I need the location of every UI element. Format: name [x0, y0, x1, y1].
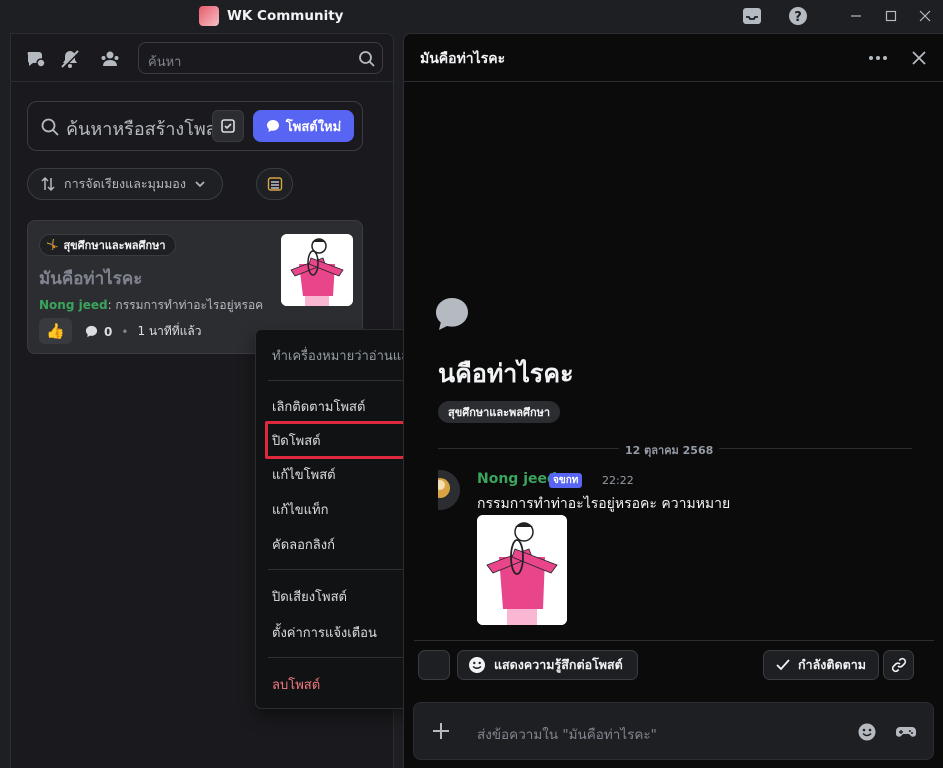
layout-toggle-button[interactable] — [256, 168, 293, 200]
menu-label: แก้ไขแท็ก — [272, 502, 329, 518]
create-post-placeholder: ค้นหาหรือสร้างโพสต์ — [66, 119, 212, 140]
threads-icon[interactable] — [25, 48, 47, 70]
thread-header: มันคือท่าไรคะ — [404, 34, 943, 82]
react-label: แสดงความรู้สึกต่อโพสต์ — [494, 657, 623, 672]
post-title: มันคือท่าไรคะ — [39, 269, 143, 289]
menu-label: คัดลอกลิงก์ — [272, 537, 335, 553]
message-image[interactable] — [477, 515, 567, 625]
maximize-icon[interactable] — [880, 6, 902, 26]
actions-separator — [414, 640, 934, 641]
plus-icon[interactable] — [431, 721, 451, 741]
list-layout-icon — [267, 177, 282, 191]
op-badge: จขกท — [549, 473, 583, 488]
close-window-icon[interactable] — [914, 6, 936, 26]
emoji-smile-icon — [469, 657, 485, 673]
sort-icon — [41, 176, 55, 192]
minimize-icon[interactable] — [845, 6, 867, 26]
new-post-label: โพสต์ใหม่ — [285, 119, 342, 135]
thread-title: นคือท่าไรคะ — [438, 359, 574, 388]
message-composer[interactable]: ส่งข้อความใน "มันคือท่าไรคะ" — [413, 702, 934, 760]
gamepad-icon[interactable] — [895, 722, 917, 742]
composer-placeholder: ส่งข้อความใน "มันคือท่าไรคะ" — [477, 727, 657, 743]
forum-search-input[interactable]: ค้นหา — [138, 42, 383, 74]
emoji-icon[interactable] — [857, 722, 877, 742]
menu-label: แก้ไขโพสต์ — [272, 467, 336, 483]
new-post-button[interactable]: โพสต์ใหม่ — [253, 110, 354, 142]
search-or-create-bar[interactable]: ค้นหาหรือสร้างโพสต์ โพสต์ใหม่ — [27, 101, 363, 151]
help-icon[interactable]: ? — [787, 6, 809, 26]
post-time: 1 นาทีที่แล้ว — [137, 324, 202, 338]
thread-panel: มันคือท่าไรคะ นคือท่าไรคะ สุขศึกษาและพลศ… — [403, 33, 943, 768]
menu-label: เลิกติดตามโพสต์ — [272, 399, 366, 415]
window-title: WK Community — [227, 8, 344, 24]
mute-bell-icon[interactable] — [59, 48, 81, 70]
link-icon — [891, 657, 906, 673]
reply-count: 0 — [104, 324, 113, 339]
search-icon — [358, 50, 376, 68]
svg-text:?: ? — [794, 10, 802, 25]
meta-dot: • — [121, 324, 129, 339]
menu-label: ทำเครื่องหมายว่าอ่านแล้ว — [272, 348, 417, 364]
members-icon[interactable] — [99, 48, 121, 70]
inbox-icon[interactable] — [741, 6, 763, 26]
title-bar: WK Community ? — [0, 0, 943, 32]
sort-label: การจัดเรียงและมุมมอง — [64, 176, 186, 191]
message-author[interactable]: Nong jeed — [477, 471, 557, 487]
thumbs-up-icon: 👍 — [46, 322, 65, 340]
post-author: Nong jeed — [39, 298, 108, 312]
app-window: WK Community ? ค้นหา ค้นหาหรือสร้างโพส โ… — [0, 0, 943, 768]
thread-header-title: มันคือท่าไรคะ — [420, 51, 506, 67]
post-tag-label: สุขศึกษาและพลศึกษา — [63, 239, 166, 252]
post-thumbnail[interactable] — [281, 234, 353, 306]
check-icon — [776, 659, 790, 671]
more-options-icon[interactable] — [867, 48, 889, 68]
thread-tag[interactable]: สุขศึกษาและพลศึกษา — [438, 401, 561, 423]
menu-label: ตั้งค่าการแจ้งเตือน — [272, 625, 377, 641]
chat-bubble-icon — [266, 120, 279, 132]
thread-bubble-icon — [434, 296, 470, 332]
message-text: กรรมการทำท่าอะไรอยู่หรอคะ ความหมาย — [477, 496, 731, 512]
search-placeholder: ค้นหา — [148, 55, 182, 70]
menu-label: ลบโพสต์ — [272, 677, 321, 693]
avatar[interactable] — [438, 470, 460, 510]
following-button[interactable]: กำลังติดตาม — [763, 650, 879, 680]
post-preview-text: : กรรมการทำท่าอะไรอยู่หรอคะ ความหมาย — [107, 298, 264, 312]
sort-and-view-button[interactable]: การจัดเรียงและมุมมอง — [27, 168, 223, 200]
post-preview: Nong jeed: กรรมการทำท่าอะไรอยู่หรอคะ ควา… — [39, 296, 264, 315]
message-time: 22:22 — [602, 474, 634, 487]
left-edge — [0, 33, 10, 768]
post-meta: 0 • 1 นาทีที่แล้ว — [85, 322, 201, 341]
react-to-post-button[interactable]: แสดงความรู้สึกต่อโพสต์ — [457, 650, 638, 680]
menu-label: ปิดเสียงโพสต์ — [272, 589, 347, 605]
copy-link-button[interactable] — [883, 650, 914, 680]
app-icon — [199, 6, 219, 26]
search-icon — [40, 117, 60, 137]
scroll-left-button[interactable] — [418, 650, 450, 680]
reaction-button[interactable]: 👍 — [39, 318, 72, 344]
highlight-box — [265, 421, 423, 459]
chevron-down-icon — [195, 181, 205, 188]
close-thread-icon[interactable] — [909, 48, 929, 68]
forum-toolbar: ค้นหา — [11, 34, 395, 82]
date-divider: 12 ตุลาคม 2568 — [619, 441, 720, 459]
post-form-toggle-button[interactable] — [212, 110, 244, 142]
following-label: กำลังติดตาม — [798, 657, 866, 672]
post-tag[interactable]: 🤸 สุขศึกษาและพลศึกษา — [39, 234, 176, 256]
reply-bubble-icon — [85, 325, 98, 338]
tag-emoji-icon: 🤸 — [46, 239, 59, 251]
